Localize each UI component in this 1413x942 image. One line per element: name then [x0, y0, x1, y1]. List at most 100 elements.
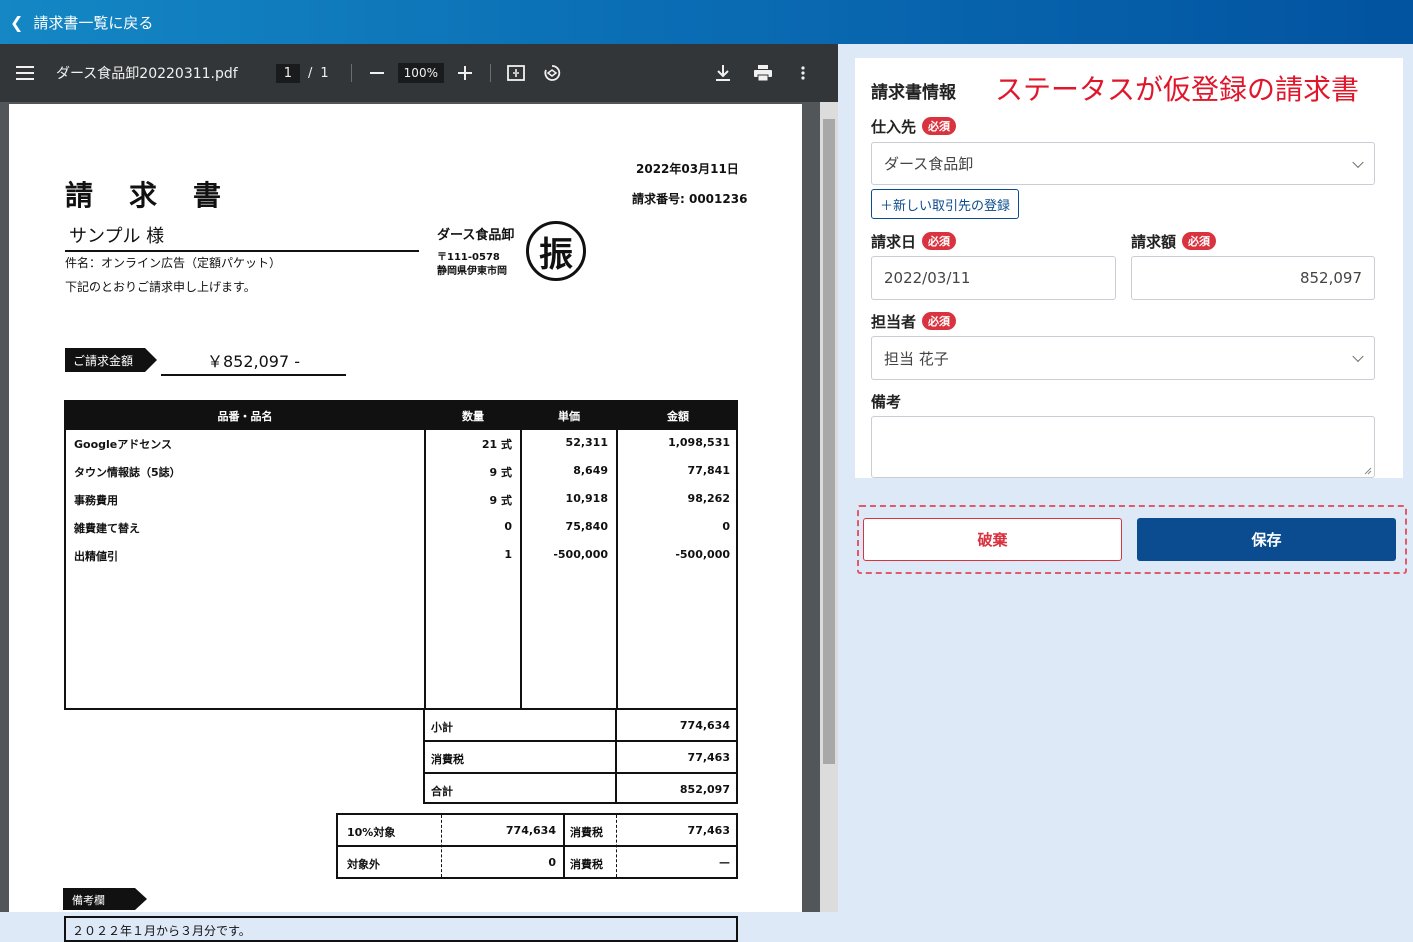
- invoice-form: 請求書情報 ステータスが仮登録の請求書 仕入先 必須 ダース食品卸 ＋新しい取引先…: [855, 58, 1403, 478]
- amount-tag: ご請求金額: [65, 348, 157, 372]
- items-cell: -500,000: [675, 548, 730, 561]
- items-cell: 9 式: [489, 466, 512, 479]
- items-cell: 77,841: [687, 464, 730, 477]
- items-header-cell: 品番・品名: [217, 410, 273, 423]
- remarks-textarea[interactable]: [871, 416, 1375, 478]
- fit-page-icon[interactable]: [501, 58, 531, 88]
- notes-tag-label: 備考欄: [72, 894, 105, 907]
- items-cell: -500,000: [553, 548, 608, 561]
- pdf-toolbar: ダース食品卸20220311.pdf 1 / 1 100%: [0, 44, 838, 102]
- back-to-list-link[interactable]: ❮ 請求書一覧に戻る: [0, 0, 1413, 44]
- supplier-label: 仕入先 必須: [871, 116, 957, 137]
- print-icon[interactable]: [748, 58, 778, 88]
- section-title: 請求書情報: [871, 83, 956, 103]
- items-cell: 事務費用: [74, 494, 118, 507]
- tax-breakdown-table: 10%対象 774,634 消費税 77,463 対象外 0 消費税 —: [336, 813, 738, 879]
- page-separator: /: [308, 65, 313, 81]
- subtotal-label: 小計: [431, 721, 453, 734]
- discard-button[interactable]: 破棄: [863, 518, 1122, 561]
- add-partner-button[interactable]: ＋新しい取引先の登録: [871, 189, 1020, 219]
- pdf-filename: ダース食品卸20220311.pdf: [56, 66, 238, 82]
- items-cell: 0: [722, 520, 730, 533]
- items-header-cell: 単価: [558, 410, 580, 423]
- plus-icon[interactable]: [450, 58, 480, 88]
- items-table: 品番・品名 数量 単価 金額 Googleアドセンス 21 式 52,311 1,098,5…: [64, 400, 738, 710]
- amount-label: 請求額 必須: [1131, 231, 1217, 252]
- pdf-scrollbar-thumb[interactable]: [823, 119, 835, 764]
- items-cell: 0: [504, 520, 512, 533]
- items-cell: 75,840: [565, 520, 608, 533]
- notes-tag: 備考欄: [63, 888, 153, 910]
- supplier-select[interactable]: ダース食品卸: [871, 142, 1375, 185]
- items-cell: タウン情報誌（5誌）: [74, 466, 181, 479]
- minus-icon[interactable]: [362, 58, 392, 88]
- invoice-subject: 件名：オンライン広告（定額パケット）: [65, 256, 282, 270]
- items-cell: 8,649: [573, 464, 608, 477]
- required-badge: 必須: [922, 232, 957, 250]
- download-icon[interactable]: [708, 58, 738, 88]
- tax-bd-amount: 774,634: [505, 824, 556, 837]
- menu-icon[interactable]: [10, 58, 40, 88]
- tax-bd-tax: —: [719, 856, 730, 869]
- items-header-cell: 金額: [667, 410, 689, 423]
- chevron-down-icon: [1352, 350, 1364, 363]
- notes-box: ２０２２年１月から３月分です。: [64, 916, 738, 942]
- items-cell: 出精値引: [74, 550, 118, 563]
- items-cell: 21 式: [481, 438, 512, 451]
- subtotal-value: 774,634: [679, 719, 730, 732]
- required-badge: 必須: [922, 117, 957, 135]
- invoice-intro: 下記のとおりご請求申し上げます。: [65, 280, 256, 294]
- tax-label: 消費税: [431, 753, 464, 766]
- totals-table: 小計 774,634 消費税 77,463 合計 852,097: [423, 708, 738, 804]
- amount-tag-label: ご請求金額: [73, 354, 134, 368]
- divider: [489, 64, 491, 82]
- items-cell: 52,311: [565, 436, 608, 449]
- total-value: 852,097: [679, 783, 730, 796]
- rotate-icon[interactable]: [537, 58, 567, 88]
- remarks-label: 備考: [871, 393, 902, 411]
- invoice-title: 請 求 書: [65, 179, 226, 212]
- tax-bd-tax-label: 消費税: [570, 858, 603, 871]
- date-input[interactable]: 2022/03/11: [871, 256, 1116, 300]
- chevron-down-icon: [1352, 156, 1364, 168]
- back-label: 請求書一覧に戻る: [33, 13, 154, 32]
- tax-bd-label: 10%対象: [347, 826, 396, 839]
- person-select[interactable]: 担当 花子: [871, 336, 1375, 380]
- items-cell: 雑費建て替え: [74, 522, 140, 535]
- items-cell: 1,098,531: [668, 436, 730, 449]
- items-header-cell: 数量: [462, 410, 484, 423]
- zoom-input[interactable]: 100%: [397, 63, 444, 83]
- divider: [350, 64, 352, 82]
- seller-name: ダース食品卸: [437, 228, 515, 243]
- pdf-viewer: ダース食品卸20220311.pdf 1 / 1 100% 2022年03月11…: [0, 44, 838, 942]
- items-cell: 1: [504, 548, 512, 561]
- chevron-left-icon: ❮: [10, 12, 24, 32]
- invoice-number: 請求番号: 0001236: [632, 192, 748, 206]
- invoice-amount: ￥852,097 -: [161, 348, 346, 376]
- amount-input[interactable]: 852,097: [1131, 256, 1375, 300]
- tax-bd-tax-label: 消費税: [570, 826, 603, 839]
- tax-bd-label: 対象外: [347, 858, 380, 871]
- more-vert-icon[interactable]: [788, 58, 818, 88]
- invoice-date: 2022年03月11日: [636, 162, 739, 176]
- required-badge: 必須: [922, 312, 957, 330]
- pdf-page: 2022年03月11日 請 求 書 請求番号: 0001236 サンプル 様 件…: [9, 104, 802, 942]
- page-number-input[interactable]: 1: [275, 63, 300, 83]
- date-label: 請求日 必須: [871, 231, 957, 252]
- status-annotation: ステータスが仮登録の請求書: [995, 73, 1360, 106]
- items-cell: 10,918: [565, 492, 608, 505]
- items-cell: 9 式: [489, 494, 512, 507]
- required-badge: 必須: [1182, 232, 1217, 250]
- recipient: サンプル 様: [65, 222, 419, 252]
- seller-postal: 〒111-0578: [437, 252, 500, 263]
- save-button[interactable]: 保存: [1137, 518, 1396, 561]
- seal-stamp: 振: [526, 221, 586, 281]
- tax-value: 77,463: [687, 751, 730, 764]
- person-label: 担当者 必須: [871, 311, 957, 332]
- page-total: 1: [320, 65, 329, 81]
- seller-address: 静岡県伊東市岡: [437, 266, 507, 277]
- items-cell: 98,262: [687, 492, 730, 505]
- items-cell: Googleアドセンス: [74, 438, 173, 451]
- tax-bd-amount: 0: [548, 856, 556, 869]
- tax-bd-tax: 77,463: [687, 824, 730, 837]
